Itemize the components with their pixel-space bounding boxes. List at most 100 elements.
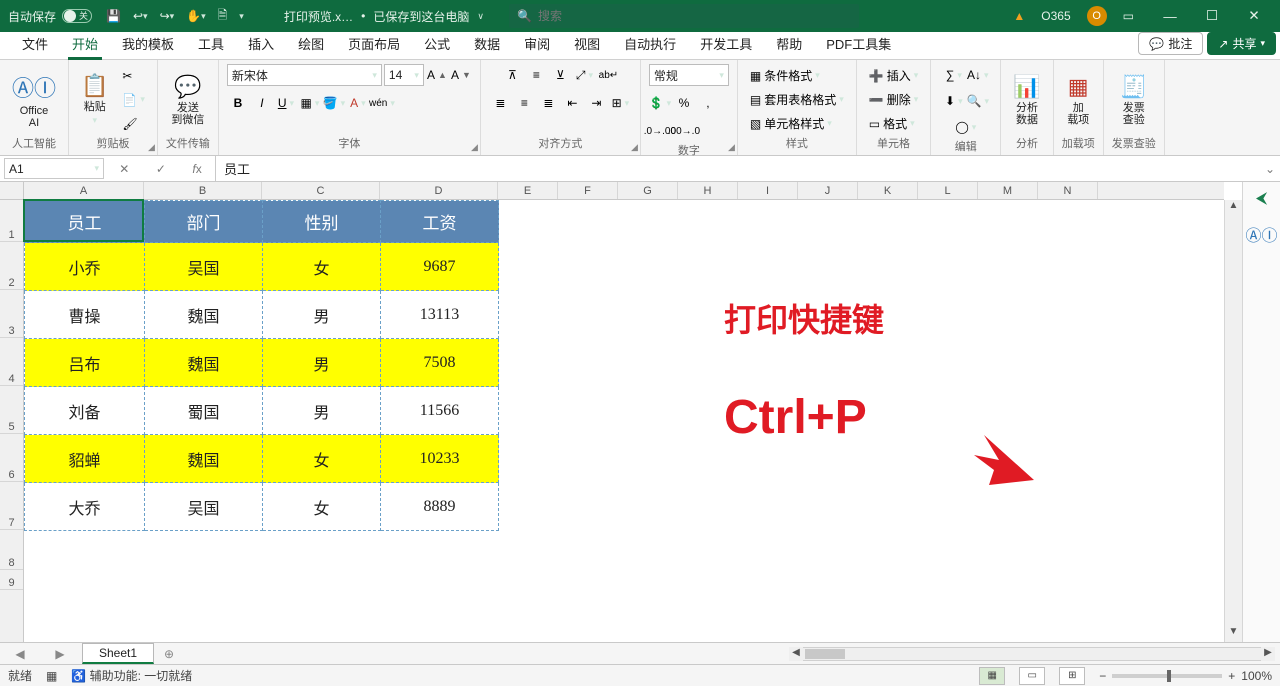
qat-more-icon[interactable]: ▾ [239,11,244,22]
cancel-formula-icon[interactable]: ✕ [119,162,129,176]
decrease-indent-icon[interactable]: ⇤ [561,92,583,114]
page-break-view-button[interactable]: ⊞ [1059,667,1085,685]
row-header[interactable]: 2 [0,242,23,290]
dialog-launcher-icon[interactable]: ◢ [471,142,478,153]
table-cell[interactable]: 男 [263,339,381,387]
tab-tools[interactable]: 工具 [186,28,236,59]
row-header[interactable]: 7 [0,482,23,530]
italic-button[interactable]: I [251,92,273,114]
zoom-in-icon[interactable]: + [1228,669,1235,683]
tab-draw[interactable]: 绘图 [286,28,336,59]
align-left-icon[interactable]: ≣ [489,92,511,114]
row-header[interactable]: 6 [0,434,23,482]
paste-button[interactable]: 📋 粘贴 ▾ [77,71,112,128]
column-header[interactable]: M [978,182,1038,199]
close-button[interactable]: ✕ [1234,0,1274,32]
table-cell[interactable]: 蜀国 [145,387,263,435]
tab-mytemplates[interactable]: 我的模板 [110,28,186,59]
orientation-icon[interactable]: ⤢▾ [573,64,595,86]
add-sheet-button[interactable]: ⊕ [164,647,174,661]
scroll-up-icon[interactable]: ▲ [1225,200,1242,216]
column-header[interactable]: G [618,182,678,199]
tab-formula[interactable]: 公式 [412,28,462,59]
column-header[interactable]: L [918,182,978,199]
sort-filter-icon[interactable]: A↓▾ [967,64,989,86]
table-cell[interactable]: 女 [263,243,381,291]
row-header[interactable]: 8 [0,530,23,570]
ribbon-mode-icon[interactable]: ▭ [1123,9,1134,23]
align-top-icon[interactable]: ⊼ [501,64,523,86]
table-cell[interactable]: 吴国 [145,483,263,531]
underline-button[interactable]: U▾ [275,92,297,114]
table-cell[interactable]: 曹操 [25,291,145,339]
zoom-out-icon[interactable]: − [1099,669,1106,683]
row-header[interactable]: 9 [0,570,23,590]
table-cell[interactable]: 小乔 [25,243,145,291]
tab-developer[interactable]: 开发工具 [688,28,764,59]
normal-view-button[interactable]: ▦ [979,667,1005,685]
decrease-decimal-icon[interactable]: .00→.0 [673,120,695,142]
name-box[interactable]: A1▾ [4,158,104,179]
search-box[interactable]: 🔍 [509,4,859,28]
sheet-nav[interactable]: ◀▶ [0,647,80,661]
vertical-scrollbar[interactable]: ▲ ▼ [1224,200,1242,642]
tab-file[interactable]: 文件 [10,28,60,59]
table-cell[interactable]: 11566 [381,387,499,435]
table-format-button[interactable]: ▤套用表格格式▾ [746,89,848,111]
row-header[interactable]: 4 [0,338,23,386]
percent-icon[interactable]: % [673,92,695,114]
delete-cells-button[interactable]: ➖删除▾ [865,89,923,111]
select-all-button[interactable] [0,182,24,200]
horizontal-scrollbar[interactable]: ◀ ▶ [802,647,1262,661]
column-headers[interactable]: ABCDEFGHIJKLMN [24,182,1224,200]
maximize-button[interactable]: ☐ [1192,0,1232,32]
number-format-select[interactable]: 常规▾ [649,64,729,86]
document-title[interactable]: 打印预览.x… • 已保存到这台电脑 ∨ [284,8,484,25]
tab-insert[interactable]: 插入 [236,28,286,59]
chevron-down-icon[interactable]: ∨ [477,11,484,22]
conditional-format-button[interactable]: ▦条件格式▾ [746,65,848,87]
send-wechat-button[interactable]: 💬 发送到微信 [167,72,208,128]
table-cell[interactable]: 10233 [381,435,499,483]
scroll-down-icon[interactable]: ▼ [1225,626,1242,642]
collapse-rail-icon[interactable]: ⮜ [1256,190,1267,208]
ai-rail-icon[interactable]: ⒶⒾ [1245,222,1277,246]
account-name[interactable]: O365 [1041,9,1070,23]
dialog-launcher-icon[interactable]: ◢ [631,142,638,153]
column-header[interactable]: I [738,182,798,199]
table-cell[interactable]: 魏国 [145,339,263,387]
table-cell[interactable]: 7508 [381,339,499,387]
share-button[interactable]: ↗ 共享 ▾ [1207,32,1276,55]
print-preview-icon[interactable]: 🗎 [218,6,228,27]
column-header[interactable]: B [144,182,262,199]
table-header-cell[interactable]: 性别 [263,201,381,243]
table-cell[interactable]: 刘备 [25,387,145,435]
phonetic-button[interactable]: wén▾ [371,92,393,114]
fill-icon[interactable]: ⬇▾ [943,90,965,112]
font-color-button[interactable]: A▾ [347,92,369,114]
table-cell[interactable]: 8889 [381,483,499,531]
tab-home[interactable]: 开始 [60,28,110,59]
table-header-cell[interactable]: 工资 [381,201,499,243]
column-header[interactable]: H [678,182,738,199]
autosave-toggle[interactable]: 自动保存 关 [8,8,92,25]
row-header[interactable]: 1 [0,200,23,242]
table-cell[interactable]: 魏国 [145,435,263,483]
table-header-cell[interactable]: 部门 [145,201,263,243]
minimize-button[interactable]: — [1150,0,1190,32]
scroll-right-icon[interactable]: ▶ [1261,647,1275,661]
decrease-font-icon[interactable]: A▼ [450,64,472,86]
currency-icon[interactable]: 💲▾ [649,92,671,114]
autosave-switch[interactable]: 关 [62,9,92,23]
fill-color-button[interactable]: 🪣▾ [323,92,345,114]
sheet-tab[interactable]: Sheet1 [82,643,154,664]
invoice-verify-button[interactable]: 🧾 发票查验 [1116,72,1151,128]
dialog-launcher-icon[interactable]: ◢ [148,142,155,153]
column-header[interactable]: C [262,182,380,199]
tab-pagelayout[interactable]: 页面布局 [336,28,412,59]
redo-icon[interactable]: ↪▾ [160,9,175,23]
table-cell[interactable]: 大乔 [25,483,145,531]
clear-icon[interactable]: ◯▾ [955,116,977,138]
table-cell[interactable]: 吕布 [25,339,145,387]
format-painter-button[interactable]: 🖌 [118,113,148,135]
